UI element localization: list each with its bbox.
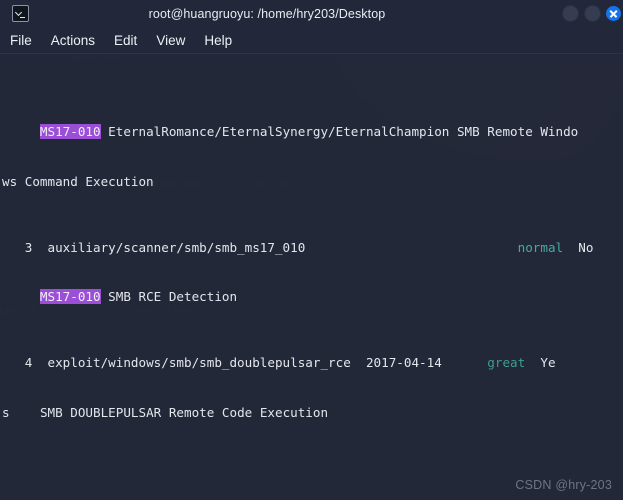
module-desc-row: MS17-010 SMB RCE Detection — [2, 289, 623, 306]
module-row-wrap: ws Command Execution — [2, 174, 623, 191]
terminal-output[interactable]: MS17-010 EternalRomance/EternalSynergy/E… — [0, 54, 623, 500]
cve-badge: MS17-010 — [39, 289, 101, 304]
module-desc: EternalRomance/EternalSynergy/EternalCha… — [100, 124, 579, 139]
menu-bar: File Actions Edit View Help — [0, 27, 623, 54]
module-path: exploit/windows/smb/smb_doublepulsar_rce — [32, 355, 351, 370]
column-pad — [305, 240, 517, 255]
wrap-prefix: s — [2, 404, 10, 420]
module-check: No — [563, 239, 594, 255]
window-title: root@huangruoyu: /home/hry203/Desktop — [148, 6, 386, 21]
menu-item-edit[interactable]: Edit — [114, 33, 137, 48]
maximize-button[interactable] — [584, 5, 601, 22]
cve-badge: MS17-010 — [39, 124, 101, 139]
minimize-button[interactable] — [562, 5, 579, 22]
module-desc: SMB DOUBLEPULSAR Remote Code Execution — [39, 404, 329, 420]
module-index: 3 — [2, 239, 33, 255]
module-rank: normal — [517, 239, 564, 255]
module-path: auxiliary/scanner/smb/smb_ms17_010 — [32, 239, 306, 255]
module-row-line: MS17-010 EternalRomance/EternalSynergy/E… — [2, 124, 623, 141]
module-index: 4 — [2, 355, 33, 370]
menu-item-help[interactable]: Help — [204, 33, 232, 48]
menu-item-actions[interactable]: Actions — [51, 33, 95, 48]
title-bar[interactable]: root@huangruoyu: /home/hry203/Desktop — [0, 0, 623, 27]
module-row: 3 auxiliary/scanner/smb/smb_ms17_010 nor… — [2, 240, 623, 257]
module-rank: great — [487, 355, 526, 370]
module-desc-wrap: ws Command Execution — [2, 173, 154, 189]
module-date: 2017-04-14 — [350, 355, 442, 370]
module-desc-row: s SMB DOUBLEPULSAR Remote Code Execution — [2, 405, 623, 422]
menu-item-file[interactable]: File — [10, 33, 32, 48]
column-pad — [442, 355, 488, 370]
terminal-icon — [12, 5, 29, 22]
module-check: Ye — [525, 355, 556, 370]
terminal-window: cracked.exe ... jdk-8u361-l... crackme2.… — [0, 0, 623, 500]
module-row: 4 exploit/windows/smb/smb_doublepulsar_r… — [2, 355, 623, 372]
close-button[interactable] — [606, 6, 621, 21]
menu-item-view[interactable]: View — [156, 33, 185, 48]
module-desc: SMB RCE Detection — [100, 289, 238, 304]
